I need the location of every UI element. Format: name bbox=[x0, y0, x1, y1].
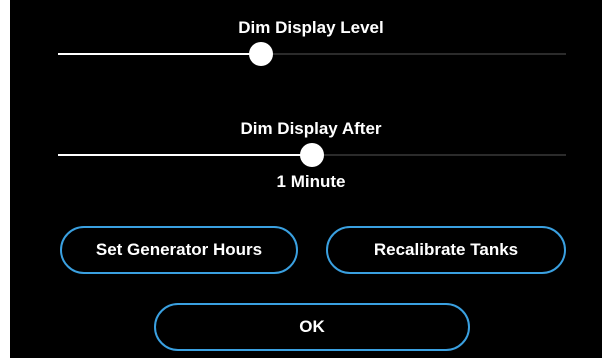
dim-display-level-slider[interactable] bbox=[58, 42, 566, 66]
settings-screen: Dim Display Level Dim Display After 1 Mi… bbox=[10, 0, 602, 358]
slider-fill bbox=[58, 53, 262, 55]
slider-thumb[interactable] bbox=[249, 42, 274, 66]
ok-button[interactable]: OK bbox=[154, 303, 470, 351]
set-generator-hours-button[interactable]: Set Generator Hours bbox=[60, 226, 298, 274]
dim-display-after-label: Dim Display After bbox=[240, 119, 382, 138]
dim-display-after-slider[interactable] bbox=[58, 143, 566, 167]
dim-display-after-value: 1 Minute bbox=[276, 172, 346, 191]
slider-thumb[interactable] bbox=[300, 143, 324, 167]
dim-display-level-label: Dim Display Level bbox=[238, 18, 384, 37]
recalibrate-tanks-button[interactable]: Recalibrate Tanks bbox=[326, 226, 566, 274]
slider-fill bbox=[58, 154, 312, 156]
